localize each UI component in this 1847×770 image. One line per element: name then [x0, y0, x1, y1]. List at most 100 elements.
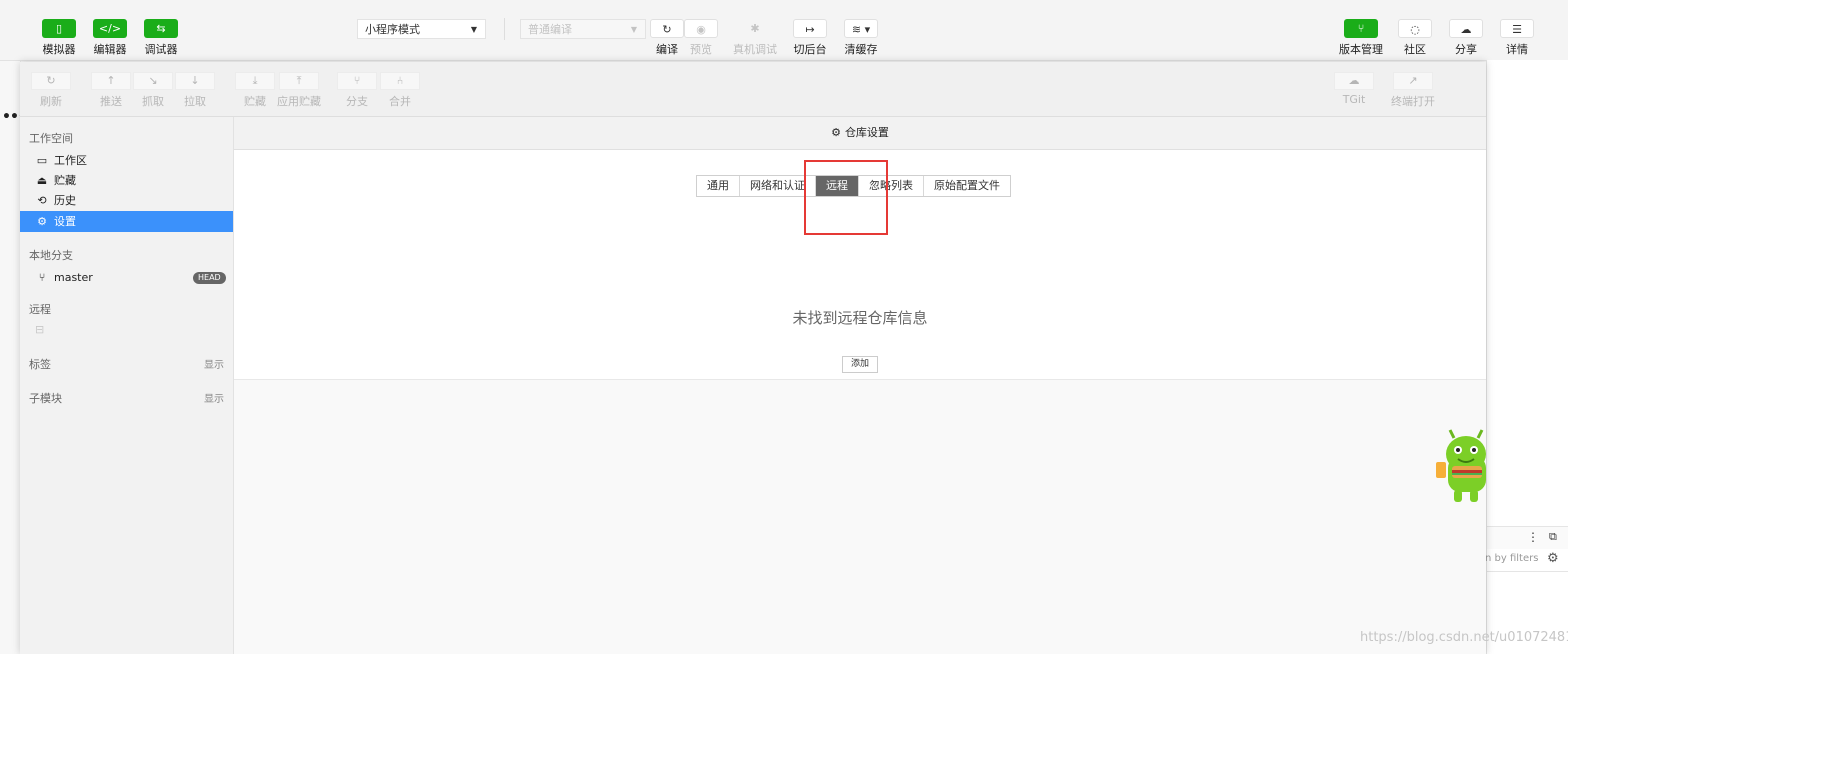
local-branch-header: 本地分支: [29, 249, 73, 262]
git-toolbar: ↻ 刷新 ↑ 推送 ↘ 抓取 ↓ 拉取 ⤓ 贮藏 ⤒ 应用贮藏 ⑂ 分支 ⑃ 合…: [20, 62, 1486, 117]
merge-button[interactable]: ⑃ 合并: [379, 72, 421, 109]
remote-debug-button[interactable]: ✱ 真机调试: [733, 19, 777, 57]
background-editor-edge: •••: [0, 61, 27, 654]
mascot-image: [1434, 428, 1496, 504]
tags-show-toggle[interactable]: 显示: [204, 356, 224, 371]
phone-icon: ▯: [42, 19, 76, 38]
stash-icon: ⤓: [235, 72, 275, 90]
panel-title: ⚙ 仓库设置: [234, 117, 1486, 150]
workspace-header: 工作空间: [29, 132, 73, 145]
chevron-down-icon: ▼: [630, 25, 637, 34]
submodule-header: 子模块: [29, 392, 62, 405]
git-dialog: ↻ 刷新 ↑ 推送 ↘ 抓取 ↓ 拉取 ⤓ 贮藏 ⤒ 应用贮藏 ⑂ 分支 ⑃ 合…: [20, 62, 1486, 654]
fetch-button[interactable]: ↘ 抓取: [132, 72, 174, 109]
debugger-button[interactable]: ⇆ 调试器: [142, 19, 180, 57]
apply-stash-button[interactable]: ⤒ 应用贮藏: [277, 72, 321, 109]
clear-cache-button[interactable]: ≋ ▾ 清缓存: [843, 19, 879, 57]
pull-icon: ↓: [175, 72, 215, 90]
push-button[interactable]: ↑ 推送: [90, 72, 132, 109]
history-icon: ⟲: [37, 194, 47, 207]
compile-select[interactable]: 普通编译 ▼: [520, 19, 646, 39]
terminal-open-label: 终端打开: [1391, 95, 1435, 108]
bug-icon: ✱: [750, 22, 760, 35]
share-button[interactable]: ☁ 分享: [1448, 19, 1484, 57]
switch-background-button[interactable]: ↦ 切后台: [791, 19, 829, 57]
mode-select-value: 小程序模式: [365, 23, 420, 36]
submodule-show-toggle[interactable]: 显示: [204, 390, 224, 405]
mode-select[interactable]: 小程序模式 ▼: [357, 19, 486, 39]
sidebar-item-history[interactable]: ⟲ 历史: [20, 190, 233, 211]
top-toolbar: ▯ 模拟器 </> 编辑器 ⇆ 调试器 小程序模式 ▼ 普通编译 ▼ ↻ 编译 …: [0, 0, 1568, 61]
cloud-icon: ☁: [1334, 72, 1374, 90]
settings-gear-icon[interactable]: ⚙: [1547, 551, 1559, 566]
gear-icon: ⚙: [37, 215, 47, 228]
sidebar-item-label: 贮藏: [54, 174, 76, 187]
stash-label: 贮藏: [244, 95, 266, 108]
pull-label: 拉取: [184, 95, 206, 108]
branch-button[interactable]: ⑂ 分支: [336, 72, 378, 109]
merge-icon: ⑃: [380, 72, 420, 90]
version-control-button[interactable]: ⑂ 版本管理: [1339, 19, 1383, 57]
tags-header: 标签: [29, 358, 51, 371]
menu-bar-fragment: [0, 0, 4, 5]
watermark: https://blog.csdn.net/u010724819: [1360, 630, 1568, 645]
simulator-button[interactable]: ▯ 模拟器: [40, 19, 78, 57]
editor-label: 编辑器: [93, 43, 127, 56]
community-button[interactable]: ◌ 社区: [1397, 19, 1433, 57]
stash-icon: ⏏: [36, 174, 48, 187]
tgit-button[interactable]: ☁ TGit: [1333, 72, 1375, 106]
branch-label: master: [54, 271, 93, 284]
branch-icon: ⑂: [1344, 19, 1378, 38]
simulator-label: 模拟器: [42, 43, 76, 56]
remote-debug-label: 真机调试: [733, 43, 777, 56]
fetch-icon: ↘: [133, 72, 173, 90]
preview-label: 预览: [690, 43, 712, 56]
stash-button[interactable]: ⤓ 贮藏: [234, 72, 276, 109]
terminal-open-button[interactable]: ↗ 终端打开: [1390, 72, 1436, 109]
merge-label: 合并: [389, 95, 411, 108]
sidebar-item-branch-master[interactable]: ⑂ master HEAD: [20, 267, 233, 288]
community-label: 社区: [1404, 43, 1426, 56]
refresh-button[interactable]: ↻ 刷新: [30, 72, 72, 109]
debugger-label: 调试器: [144, 43, 178, 56]
sidebar-item-label: 设置: [54, 215, 76, 228]
switch-background-icon: ↦: [793, 19, 827, 38]
tab-raw-config[interactable]: 原始配置文件: [924, 176, 1010, 196]
sidebar-item-settings[interactable]: ⚙ 设置: [20, 211, 233, 232]
android-mascot-graphic: [1436, 429, 1486, 502]
pull-button[interactable]: ↓ 拉取: [174, 72, 216, 109]
sidebar-item-stash[interactable]: ⏏ 贮藏: [20, 170, 233, 191]
head-badge: HEAD: [193, 272, 226, 284]
background-devtools-panel: ⋮ ⧉ n by filters ⚙: [1485, 60, 1568, 654]
compile-button[interactable]: ↻ 编译: [650, 19, 684, 57]
push-label: 推送: [100, 95, 122, 108]
details-button[interactable]: ☰ 详情: [1499, 19, 1535, 57]
sidebar-item-label: 历史: [54, 194, 76, 207]
refresh-label: 刷新: [40, 95, 62, 108]
filter-row: n by filters ⚙: [1485, 549, 1568, 572]
remote-placeholder-icon: ⊟: [35, 323, 45, 336]
remote-header: 远程: [29, 303, 51, 316]
filter-input[interactable]: n by filters: [1485, 553, 1538, 564]
sidebar-item-workspace[interactable]: ▭ 工作区: [20, 150, 233, 171]
apply-stash-label: 应用贮藏: [277, 95, 321, 108]
panel-title-text: 仓库设置: [844, 126, 889, 139]
clear-cache-label: 清缓存: [844, 43, 878, 56]
tab-general[interactable]: 通用: [697, 176, 740, 196]
toolbar-divider: [504, 18, 505, 40]
refresh-icon: ↻: [31, 72, 71, 90]
details-label: 详情: [1506, 43, 1528, 56]
kebab-menu-icon[interactable]: ⋮: [1527, 530, 1539, 544]
apply-stash-icon: ⤒: [279, 72, 319, 90]
preview-button[interactable]: ◉ 预览: [684, 19, 718, 57]
eye-icon: ◉: [684, 19, 718, 38]
branch-icon: ⑂: [38, 271, 46, 284]
undock-icon[interactable]: ⧉: [1549, 530, 1557, 544]
branch-label: 分支: [346, 95, 368, 108]
community-icon: ◌: [1398, 19, 1432, 38]
folder-icon: ▭: [36, 154, 48, 167]
push-icon: ↑: [91, 72, 131, 90]
refresh-icon: ↻: [650, 19, 684, 38]
add-remote-button[interactable]: 添加: [842, 356, 878, 373]
editor-button[interactable]: </> 编辑器: [91, 19, 129, 57]
